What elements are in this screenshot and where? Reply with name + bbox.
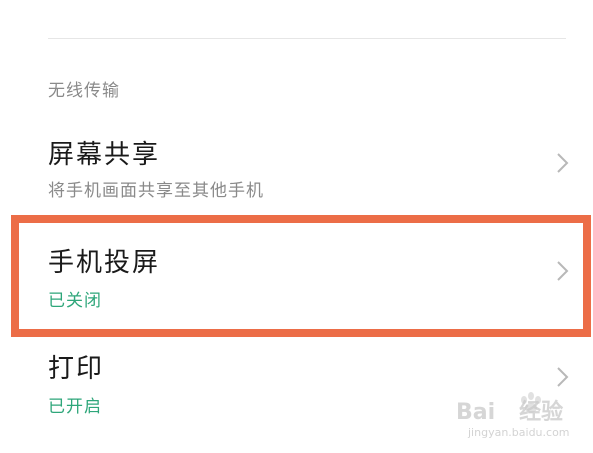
row-title: 手机投屏 [48,248,161,278]
setting-row-screen-cast[interactable]: 手机投屏 已关闭 [0,220,593,326]
row-status: 已关闭 [48,291,102,311]
row-status: 已开启 [48,397,102,417]
row-subtitle: 将手机画面共享至其他手机 [48,181,264,201]
row-title: 屏幕共享 [48,140,161,170]
setting-row-print[interactable]: 打印 已开启 [0,338,593,438]
top-divider [48,38,566,39]
row-title: 打印 [48,354,105,384]
settings-screen: 无线传输 屏幕共享 将手机画面共享至其他手机 手机投屏 已关闭 打印 已开启 B… [0,0,593,453]
section-header-wireless: 无线传输 [48,81,120,101]
chevron-right-icon [552,260,574,282]
chevron-right-icon [552,152,574,174]
chevron-right-icon [552,366,574,388]
setting-row-screen-share[interactable]: 屏幕共享 将手机画面共享至其他手机 [0,120,593,210]
